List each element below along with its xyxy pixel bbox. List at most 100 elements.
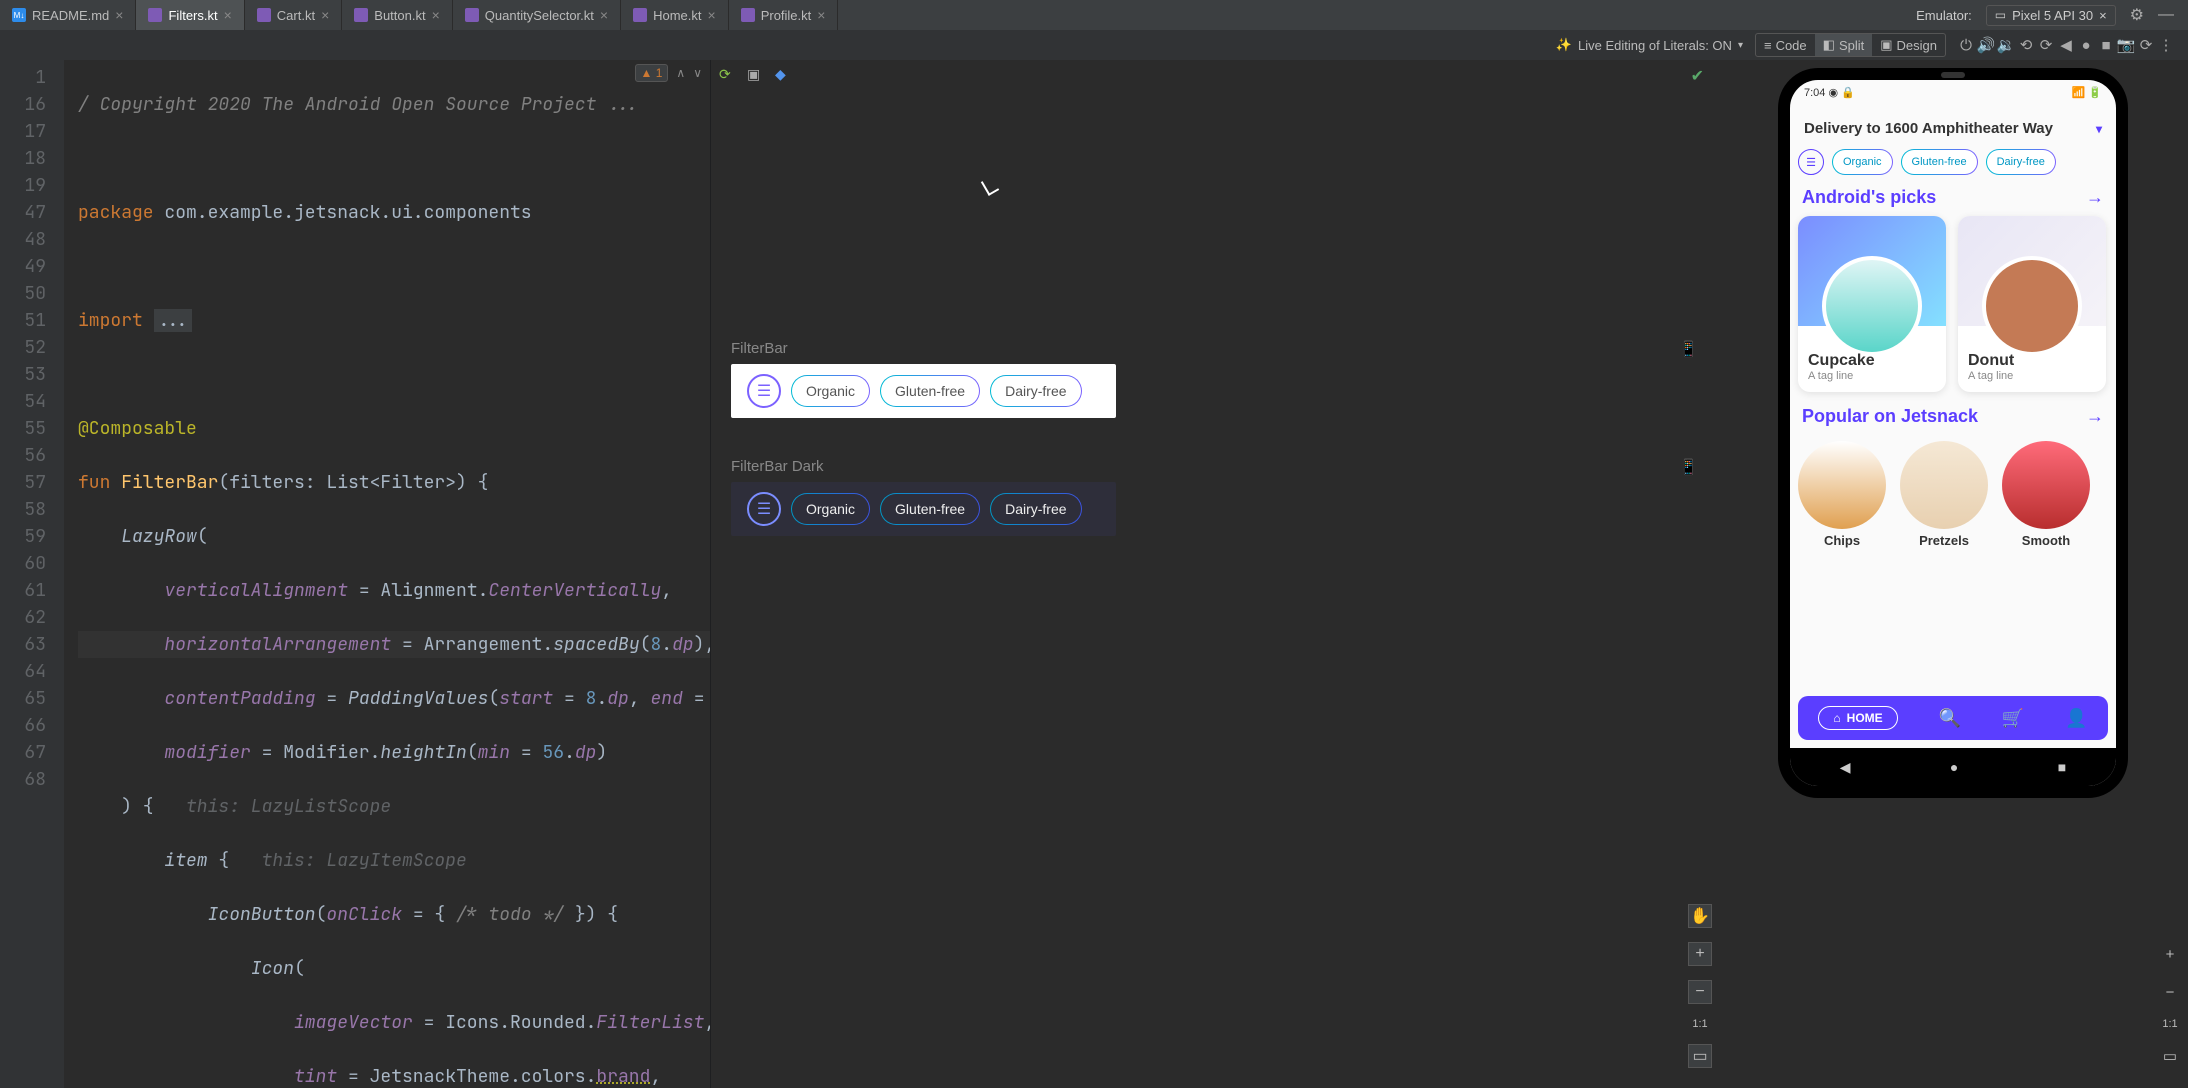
close-icon[interactable]: ×: [817, 7, 825, 23]
power-icon[interactable]: ⏻: [1958, 37, 1974, 53]
overview-icon[interactable]: ■: [2058, 759, 2066, 775]
kotlin-icon: [354, 8, 368, 22]
prev-highlight-icon[interactable]: ∧: [676, 66, 685, 80]
home-icon[interactable]: ●: [2078, 37, 2094, 53]
rotate-right-icon[interactable]: ⟳: [2038, 37, 2054, 53]
device-icon[interactable]: 📱: [1679, 340, 1698, 358]
kotlin-icon: [148, 8, 162, 22]
card-image: [1958, 216, 2106, 326]
gear-icon[interactable]: ⚙: [2130, 5, 2144, 25]
home-icon[interactable]: ●: [1950, 759, 1958, 775]
device-icon[interactable]: 📱: [1679, 458, 1698, 476]
card-cupcake[interactable]: CupcakeA tag line: [1798, 216, 1946, 392]
zoom-out-icon[interactable]: −: [2158, 980, 2182, 1004]
warning-badge[interactable]: ▲ 1: [635, 64, 669, 82]
fit-icon[interactable]: ▭: [1688, 1044, 1712, 1068]
filter-icon[interactable]: ☰: [747, 492, 781, 526]
volume-down-icon[interactable]: 🔉: [1998, 37, 2014, 53]
preview-label-light: FilterBar📱: [731, 340, 1718, 358]
item-chips[interactable]: Chips: [1798, 441, 1886, 548]
code-content[interactable]: / Copyright 2020 The Android Open Source…: [64, 60, 710, 1088]
chip-dairy[interactable]: Dairy-free: [990, 493, 1081, 525]
interactive-icon[interactable]: ◆: [775, 66, 793, 84]
view-code[interactable]: ≡Code: [1756, 34, 1815, 56]
filter-icon[interactable]: ☰: [747, 374, 781, 408]
chip-gluten[interactable]: Gluten-free: [1901, 149, 1978, 175]
chip-dairy[interactable]: Dairy-free: [990, 375, 1081, 407]
deploy-icon[interactable]: ▣: [747, 66, 765, 84]
chip-organic[interactable]: Organic: [791, 493, 870, 525]
chip-organic[interactable]: Organic: [1832, 149, 1893, 175]
phone-screen[interactable]: 7:04 ◉ 🔒 📶 🔋 Delivery to 1600 Amphitheat…: [1790, 80, 2116, 786]
search-icon: 🔍: [1939, 708, 1961, 728]
tab-home[interactable]: Home.kt×: [621, 0, 729, 30]
minimize-icon[interactable]: —: [2158, 6, 2174, 24]
view-split[interactable]: ◧Split: [1815, 34, 1873, 56]
nav-search[interactable]: 🔍: [1939, 708, 1961, 729]
tab-profile[interactable]: Profile.kt×: [729, 0, 839, 30]
more-icon[interactable]: ⋮: [2158, 37, 2174, 53]
chip-dairy[interactable]: Dairy-free: [1986, 149, 2056, 175]
app-content: Delivery to 1600 Amphitheater Way▾ ☰ Org…: [1790, 104, 2116, 692]
view-mode-segmented: ≡Code ◧Split ▣Design: [1755, 33, 1946, 57]
screenshot-icon[interactable]: 📷: [2118, 37, 2134, 53]
zoom-in-icon[interactable]: +: [1688, 942, 1712, 966]
filterbar-dark-preview[interactable]: ☰ Organic Gluten-free Dairy-free: [731, 482, 1116, 536]
signal-icons: 📶 🔋: [2072, 86, 2102, 99]
nav-profile[interactable]: 👤: [2065, 708, 2087, 729]
device-name: Pixel 5 API 30: [2012, 8, 2093, 23]
cards-row: CupcakeA tag line DonutA tag line: [1798, 216, 2108, 392]
close-icon[interactable]: ×: [708, 7, 716, 23]
section-title: Popular on Jetsnack: [1802, 406, 1978, 427]
filterbar-light-preview[interactable]: ☰ Organic Gluten-free Dairy-free: [731, 364, 1116, 418]
speaker-icon: [1941, 72, 1965, 78]
popular-row: Chips Pretzels Smooth: [1798, 435, 2108, 554]
close-icon[interactable]: ×: [115, 7, 123, 23]
tab-quantity[interactable]: QuantitySelector.kt×: [453, 0, 621, 30]
snack-image-icon: [1982, 256, 2082, 356]
chip-gluten[interactable]: Gluten-free: [880, 375, 980, 407]
zoom-ratio[interactable]: 1:1: [2162, 1018, 2177, 1030]
zoom-ratio[interactable]: 1:1: [1692, 1018, 1707, 1030]
tab-button[interactable]: Button.kt×: [342, 0, 453, 30]
arrow-right-icon[interactable]: →: [2086, 187, 2104, 208]
inspection-widget[interactable]: ▲ 1 ∧ ∨: [635, 64, 702, 82]
zoom-in-icon[interactable]: +: [2158, 942, 2182, 966]
item-pretzels[interactable]: Pretzels: [1900, 441, 1988, 548]
close-icon[interactable]: ×: [432, 7, 440, 23]
fit-icon[interactable]: ▭: [2158, 1044, 2182, 1068]
tab-cart[interactable]: Cart.kt×: [245, 0, 342, 30]
close-icon[interactable]: ×: [600, 7, 608, 23]
rotate-left-icon[interactable]: ⟲: [2018, 37, 2034, 53]
back-icon[interactable]: ◀: [2058, 37, 2074, 53]
card-image: [1798, 216, 1946, 326]
chip-organic[interactable]: Organic: [791, 375, 870, 407]
close-icon[interactable]: ×: [224, 7, 232, 23]
chevron-down-icon[interactable]: ▾: [2096, 122, 2102, 136]
nav-cart[interactable]: 🛒: [2002, 708, 2024, 729]
arrow-right-icon[interactable]: →: [2086, 406, 2104, 427]
tab-filters[interactable]: Filters.kt×: [136, 0, 244, 30]
back-icon[interactable]: ◀: [1840, 759, 1851, 776]
next-highlight-icon[interactable]: ∨: [693, 66, 702, 80]
card-donut[interactable]: DonutA tag line: [1958, 216, 2106, 392]
filter-icon[interactable]: ☰: [1798, 149, 1824, 175]
item-smoothie[interactable]: Smooth: [2002, 441, 2090, 548]
refresh-icon[interactable]: ⟳: [2138, 37, 2154, 53]
close-icon[interactable]: ×: [321, 7, 329, 23]
view-design[interactable]: ▣Design: [1872, 34, 1945, 56]
close-icon[interactable]: ×: [2099, 8, 2107, 23]
pan-icon[interactable]: ✋: [1688, 904, 1712, 928]
chip-gluten[interactable]: Gluten-free: [880, 493, 980, 525]
code-editor[interactable]: 1161718194748495051525354555657585960616…: [0, 60, 710, 1088]
device-selector[interactable]: ▭Pixel 5 API 30×: [1986, 5, 2116, 26]
notif-icon: ◉ 🔒: [1828, 87, 1854, 99]
live-edit-toggle[interactable]: ✨Live Editing of Literals: ON▾: [1556, 37, 1743, 53]
tab-readme[interactable]: M↓README.md×: [0, 0, 136, 30]
refresh-icon[interactable]: ⟳: [719, 66, 737, 84]
nav-home[interactable]: ⌂HOME: [1818, 706, 1897, 730]
delivery-row[interactable]: Delivery to 1600 Amphitheater Way▾: [1798, 112, 2108, 145]
zoom-out-icon[interactable]: −: [1688, 980, 1712, 1004]
overview-icon[interactable]: ■: [2098, 37, 2114, 53]
volume-up-icon[interactable]: 🔊: [1978, 37, 1994, 53]
